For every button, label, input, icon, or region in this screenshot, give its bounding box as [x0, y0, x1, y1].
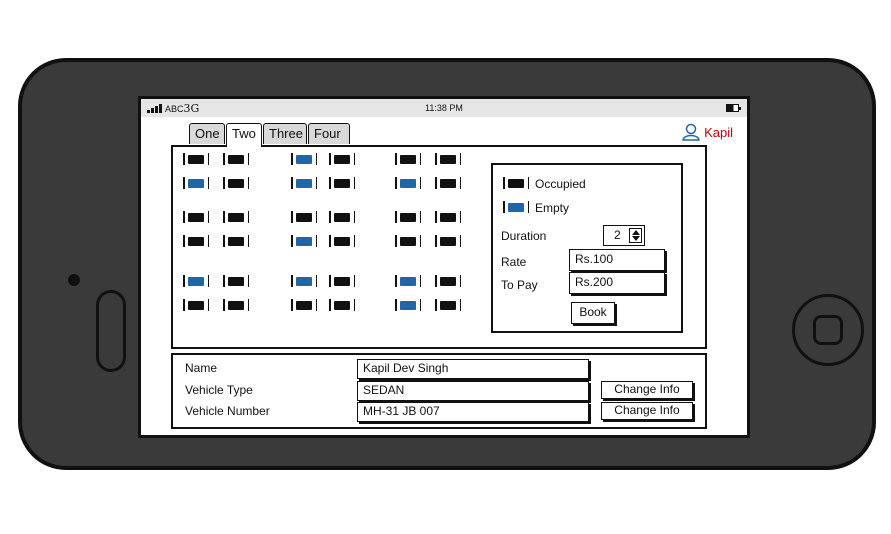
tab-one[interactable]: One [189, 123, 225, 144]
name-label: Name [185, 361, 218, 375]
name-field[interactable]: Kapil Dev Singh [357, 359, 589, 379]
home-square-icon [813, 315, 843, 345]
occupied-slot-icon [329, 211, 355, 223]
speaker [68, 274, 80, 286]
change-number-button[interactable]: Change Info [601, 402, 693, 420]
tab-four[interactable]: Four [308, 123, 350, 144]
occupied-slot-icon [435, 177, 461, 189]
duration-stepper[interactable]: 2 [603, 225, 645, 246]
occupied-slot-icon [223, 235, 249, 247]
parking-panel: Occupied Empty Duration 2 Rate Rs.100 To… [171, 145, 707, 349]
duration-label: Duration [501, 229, 547, 243]
empty-slot-icon[interactable] [291, 275, 317, 287]
occupied-slot-icon [223, 275, 249, 287]
occupied-slot-icon [435, 211, 461, 223]
empty-slot-icon[interactable] [291, 177, 317, 189]
occupied-slot-icon [329, 177, 355, 189]
occupied-slot-icon [223, 177, 249, 189]
carrier-name: ABC3G [165, 102, 199, 115]
decrement-icon[interactable] [631, 236, 640, 242]
battery-icon [726, 104, 741, 112]
occupied-slot-icon [223, 211, 249, 223]
signal-icon [147, 104, 162, 113]
empty-slot-icon[interactable] [395, 275, 421, 287]
network-type: 3G [183, 102, 200, 115]
occupied-slot-icon [223, 299, 249, 311]
empty-slot-icon[interactable] [291, 235, 317, 247]
occupied-slot-icon [183, 299, 209, 311]
empty-slot-icon[interactable] [291, 153, 317, 165]
occupied-slot-icon [435, 275, 461, 287]
occupied-slot-icon [223, 153, 249, 165]
change-type-button[interactable]: Change Info [601, 381, 693, 399]
occupied-slot-icon [183, 211, 209, 223]
stepper-arrows[interactable] [629, 228, 642, 243]
status-bar: ABC3G 11:38 PM [141, 99, 747, 117]
to-pay-field[interactable]: Rs.200 [569, 272, 665, 294]
vehicle-number-field[interactable]: MH-31 JB 007 [357, 402, 589, 422]
tab-three[interactable]: Three [263, 123, 307, 144]
occupied-slot-icon [183, 153, 209, 165]
rate-label: Rate [501, 255, 527, 269]
occupied-slot-icon [291, 299, 317, 311]
vehicle-type-label: Vehicle Type [185, 383, 253, 397]
booking-box: Occupied Empty Duration 2 Rate Rs.100 To… [491, 163, 683, 333]
rate-field[interactable]: Rs.100 [569, 249, 665, 271]
occupied-legend-label: Occupied [535, 177, 586, 191]
to-pay-label: To Pay [501, 278, 538, 292]
occupied-slot-icon [435, 299, 461, 311]
side-button [96, 290, 126, 372]
occupied-slot-icon [183, 235, 209, 247]
tab-two[interactable]: Two [226, 123, 262, 147]
vehicle-number-label: Vehicle Number [185, 404, 270, 418]
empty-slot-icon[interactable] [395, 299, 421, 311]
occupied-slot-icon [329, 235, 355, 247]
occupied-slot-icon [435, 235, 461, 247]
duration-value: 2 [614, 228, 621, 242]
user-icon [682, 123, 700, 141]
occupied-slot-icon [395, 153, 421, 165]
increment-icon[interactable] [631, 229, 640, 235]
occupied-slot-icon [329, 153, 355, 165]
vehicle-type-field[interactable]: SEDAN [357, 381, 589, 401]
status-time: 11:38 PM [425, 103, 463, 113]
app-screen: ABC3G 11:38 PM One Two Three Four Kapil … [138, 96, 750, 438]
occupied-slot-icon [329, 299, 355, 311]
empty-slot-icon[interactable] [183, 177, 209, 189]
empty-slot-icon[interactable] [183, 275, 209, 287]
occupied-slot-icon [395, 235, 421, 247]
empty-legend-icon [503, 201, 529, 213]
occupied-slot-icon [291, 211, 317, 223]
occupied-slot-icon [395, 211, 421, 223]
vehicle-info-panel: Name Kapil Dev Singh Vehicle Type SEDAN … [171, 353, 707, 429]
book-button[interactable]: Book [571, 302, 615, 324]
user-profile-link[interactable]: Kapil [681, 123, 733, 141]
empty-slot-icon[interactable] [395, 177, 421, 189]
occupied-slot-icon [329, 275, 355, 287]
occupied-slot-icon [435, 153, 461, 165]
occupied-legend-icon [503, 177, 529, 189]
user-name: Kapil [704, 124, 733, 140]
carrier-label: ABC [165, 104, 184, 114]
home-button[interactable] [792, 294, 864, 366]
empty-legend-label: Empty [535, 201, 570, 215]
